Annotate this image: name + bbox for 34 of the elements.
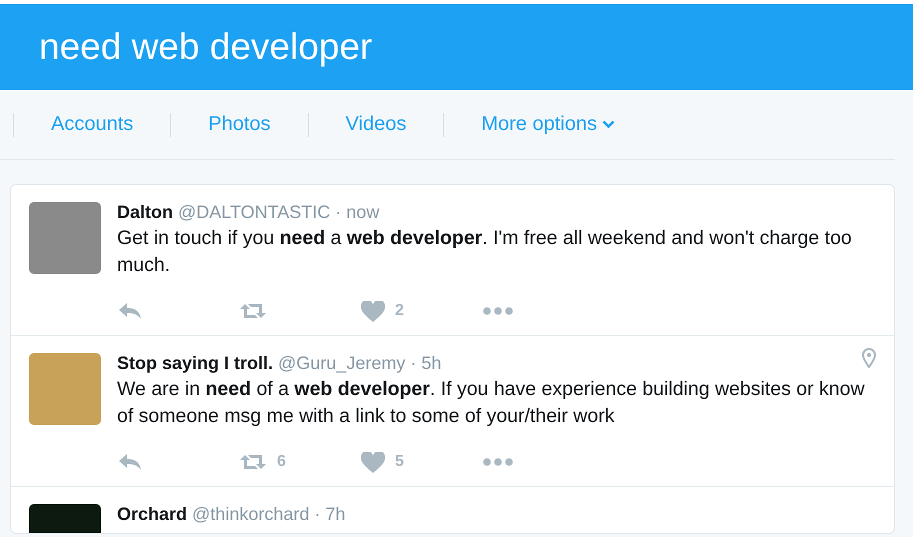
user-handle: @DALTONTASTIC <box>178 202 330 223</box>
chevron-down-icon <box>602 120 615 129</box>
reply-icon[interactable] <box>117 302 143 320</box>
avatar-photo-placeholder <box>29 202 101 274</box>
filter-link[interactable]: Accounts <box>14 113 170 136</box>
like-count: 5 <box>395 453 404 471</box>
retweet-icon[interactable] <box>239 453 267 471</box>
heart-icon[interactable] <box>361 300 385 322</box>
like-count: 2 <box>395 302 404 320</box>
user-name: Dalton <box>117 202 173 223</box>
user-handle: @Guru_Jeremy <box>278 353 406 374</box>
user-handle: @thinkorchard <box>192 504 310 525</box>
location-pin-icon[interactable] <box>862 348 876 368</box>
retweet-icon[interactable] <box>239 302 267 320</box>
separator-dot: · <box>314 504 320 525</box>
separator-dot: · <box>335 202 342 223</box>
search-title: need web developer <box>39 26 372 68</box>
tweet-text: We are in need of a web developer. If you have experience building websites or know of someone msg me with a link to some of your/their work <box>117 377 866 429</box>
user-name: Stop saying I troll. <box>117 353 274 374</box>
separator-dot: · <box>410 353 416 374</box>
filter-link[interactable]: Photos <box>171 113 308 136</box>
heart-icon[interactable] <box>361 452 385 472</box>
more-icon[interactable] <box>483 307 513 315</box>
avatar-photo-placeholder <box>29 353 101 425</box>
retweet-count: 6 <box>277 453 286 471</box>
more-icon[interactable] <box>483 458 513 466</box>
filter-link[interactable]: Videos <box>308 113 444 136</box>
tweet-time: now <box>346 202 380 223</box>
tweet-time: 7h <box>325 504 346 525</box>
tweet-text: Get in touch if you need a web developer. I'm free all weekend and won't charge too much. <box>117 226 853 278</box>
filter-link[interactable]: More options <box>444 113 652 136</box>
reply-icon[interactable] <box>117 453 143 471</box>
user-name: Orchard <box>117 504 188 525</box>
tweet-time: 5h <box>421 353 442 374</box>
